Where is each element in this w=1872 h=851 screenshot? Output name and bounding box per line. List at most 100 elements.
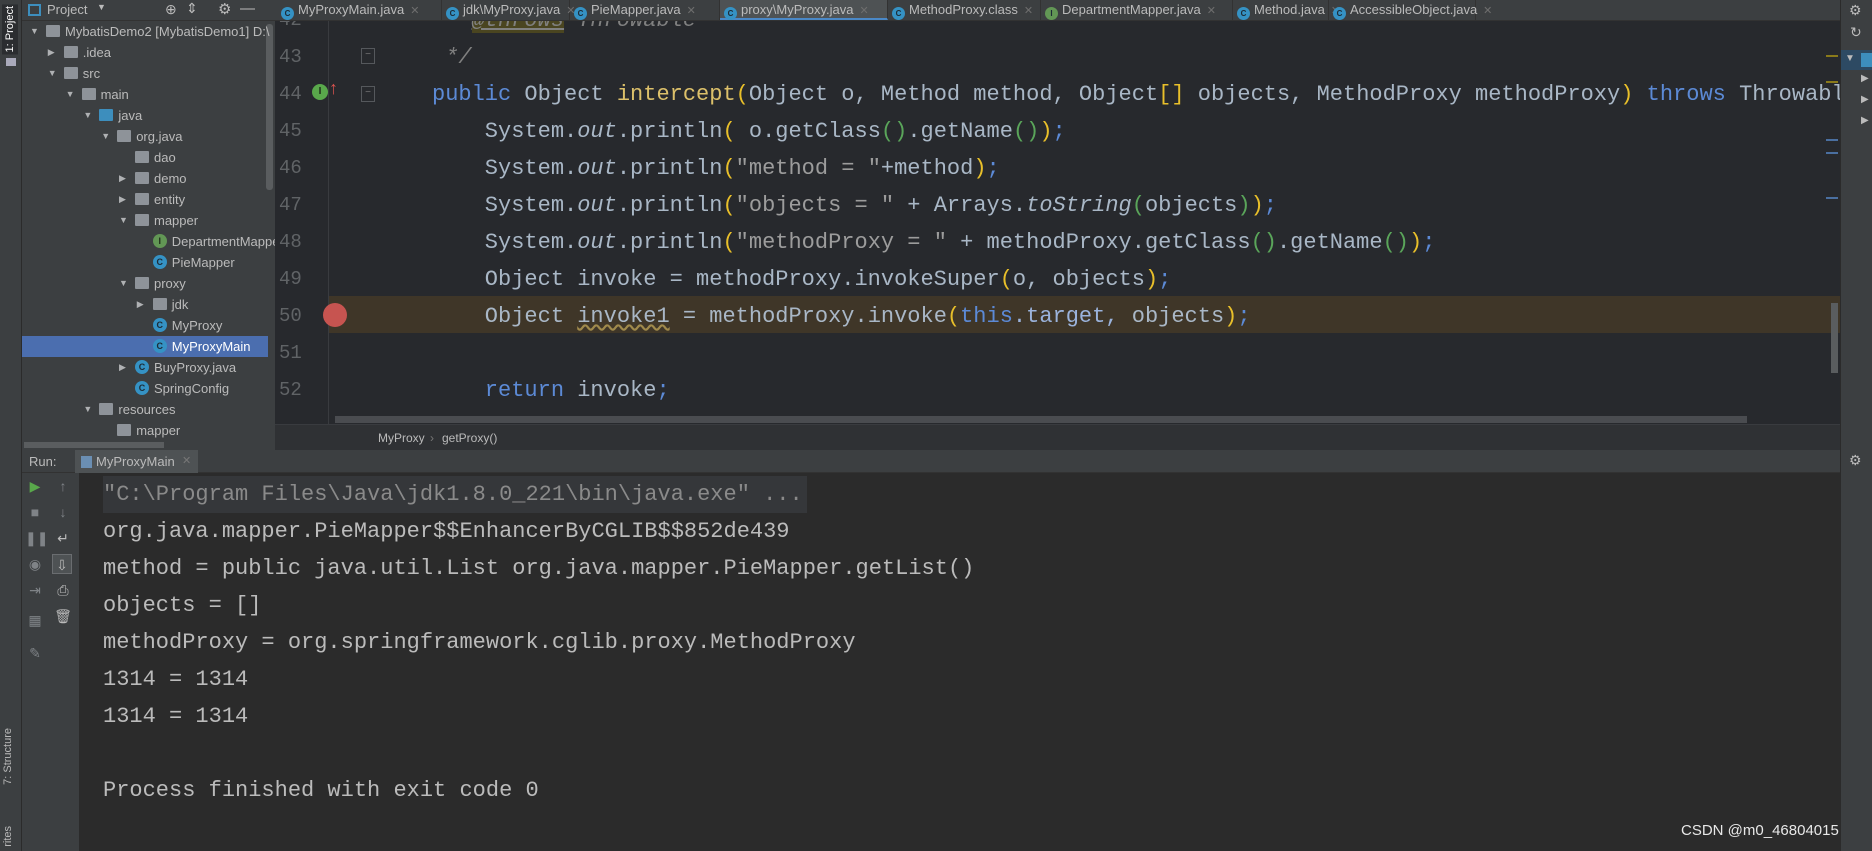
override-arrow-icon[interactable]: ↑ xyxy=(329,78,338,99)
layout-icon[interactable]: ▦ xyxy=(25,610,45,630)
folder-icon xyxy=(117,424,132,436)
code-token: .println xyxy=(616,230,723,255)
breakpoint-icon[interactable] xyxy=(323,303,347,327)
tab-accessibleobject-java[interactable]: C AccessibleObject.java ✕ xyxy=(1329,0,1492,20)
fold-icon[interactable]: − xyxy=(361,48,375,64)
exit-icon[interactable]: ⇥ xyxy=(25,580,45,600)
chevron-down-icon[interactable]: ▼ xyxy=(97,2,106,12)
breadcrumb-item[interactable]: MyProxy xyxy=(378,425,425,451)
error-stripe-mark[interactable] xyxy=(1826,55,1838,57)
console-line-command: "C:\Program Files\Java\jdk1.8.0_221\bin\… xyxy=(103,476,807,513)
close-icon[interactable]: ✕ xyxy=(859,5,868,17)
scroll-to-end-icon[interactable]: ⇩ xyxy=(52,554,72,574)
class-icon: C xyxy=(446,7,459,20)
gear-icon[interactable]: ⚙ xyxy=(1849,452,1862,469)
fold-icon[interactable]: − xyxy=(361,86,375,102)
code-token: this xyxy=(960,304,1013,329)
trash-icon[interactable]: 🗑 xyxy=(53,606,73,626)
line-number: 49 xyxy=(279,268,302,290)
code-token: Object invoke = methodProxy.invokeSuper xyxy=(432,267,1000,292)
code-token: o, objects xyxy=(1012,267,1145,292)
editor-horizontal-scrollbar[interactable] xyxy=(335,416,1747,423)
up-arrow-icon[interactable]: ↑ xyxy=(53,476,73,496)
class-icon: C xyxy=(281,7,294,20)
module-icon xyxy=(1861,53,1872,67)
code-token: out xyxy=(577,119,617,144)
close-icon[interactable]: ✕ xyxy=(687,5,696,17)
code-token: toString xyxy=(1026,193,1132,218)
editor-vertical-scrollbar[interactable] xyxy=(1831,303,1838,373)
project-view-selector[interactable]: Project xyxy=(47,2,87,17)
code-token: System. xyxy=(432,119,578,144)
code-token: invoke1 xyxy=(577,304,670,329)
down-arrow-icon[interactable]: ↓ xyxy=(53,502,73,522)
stop-icon[interactable]: ■ xyxy=(25,502,45,522)
code-token: ; xyxy=(656,378,670,403)
refresh-icon[interactable]: ↻ xyxy=(1850,24,1862,41)
code-token: ( xyxy=(1131,193,1145,218)
tab-jdk-myproxy-java[interactable]: Cjdk\MyProxy.java ✕ xyxy=(442,0,576,20)
code-token: objects, MethodProxy methodProxy xyxy=(1184,82,1621,107)
gear-icon[interactable]: ⚙ xyxy=(218,0,231,18)
pin-icon[interactable]: ✎ xyxy=(25,643,45,663)
chevron-right-icon[interactable]: ▶ xyxy=(1861,73,1869,84)
chevron-right-icon[interactable]: ▶ xyxy=(1861,115,1869,126)
class-icon: C xyxy=(1237,7,1250,20)
implements-method-icon[interactable]: I xyxy=(312,84,328,100)
code-token: + Arrays. xyxy=(894,193,1027,218)
close-icon[interactable]: ✕ xyxy=(182,450,191,473)
code-token: ( xyxy=(722,156,736,181)
close-icon[interactable]: ✕ xyxy=(410,5,419,17)
tab-departmentmapper-java[interactable]: I DepartmentMapper.java ✕ xyxy=(1041,0,1233,20)
code-token: ; xyxy=(1237,304,1251,329)
tab-methodproxy-class[interactable]: C MethodProxy.class ✕ xyxy=(888,0,1041,20)
tab-label: AccessibleObject.java xyxy=(1350,2,1478,17)
run-tab[interactable]: MyProxyMain ✕ xyxy=(75,450,198,473)
change-stripe-mark[interactable] xyxy=(1826,152,1838,154)
run-tab-label: MyProxyMain xyxy=(96,454,175,469)
code-token: * xyxy=(432,21,472,33)
run-toolbar: ▶ ■ ❚❚ ◉ ⇥ ▦ ✎ ↑ ↓ ↵ ⇩ ⎙ 🗑 xyxy=(22,473,79,851)
code-line: System.out.println("objects = " + Arrays… xyxy=(432,187,1277,224)
breadcrumb: MyProxy › getProxy() xyxy=(275,424,1840,450)
tab-proxy-myproxy-java[interactable]: Cproxy\MyProxy.java ✕ xyxy=(720,0,888,20)
close-icon[interactable]: ✕ xyxy=(1483,5,1492,17)
rerun-icon[interactable]: ▶ xyxy=(25,476,45,496)
code-token: out xyxy=(577,156,617,181)
code-token: "method = " xyxy=(735,156,881,181)
structure-tool-button[interactable]: 7: Structure xyxy=(2,728,14,785)
tab-method-java[interactable]: CMethod.java✕ xyxy=(1233,0,1340,20)
change-stripe-mark[interactable] xyxy=(1826,197,1838,199)
code-token: ) xyxy=(973,156,987,181)
tree-row-selected[interactable]: ▼ xyxy=(1841,50,1872,70)
code-token: .target, xyxy=(1012,304,1132,329)
code-line: System.out.println("method = "+method); xyxy=(432,150,1000,187)
tab-myproxymain-java[interactable]: C MyProxyMain.java ✕ xyxy=(277,0,442,20)
error-stripe-mark[interactable] xyxy=(1826,81,1838,83)
tree-horizontal-scrollbar[interactable] xyxy=(24,442,164,448)
code-token: ) xyxy=(1039,119,1053,144)
soft-wrap-icon[interactable]: ↵ xyxy=(53,528,73,548)
code-token: ; xyxy=(1052,119,1066,144)
favorites-tool-button[interactable]: rites xyxy=(2,826,14,847)
tab-label: proxy\MyProxy.java xyxy=(741,2,854,17)
code-token: ; xyxy=(1263,193,1277,218)
pause-icon[interactable]: ❚❚ xyxy=(25,528,48,548)
print-icon[interactable]: ⎙ xyxy=(53,580,73,600)
collapse-all-icon[interactable]: ⇕ xyxy=(186,0,198,17)
close-icon[interactable]: ✕ xyxy=(1024,5,1033,17)
hide-panel-icon[interactable]: — xyxy=(240,0,255,17)
code-line: */ xyxy=(432,39,471,76)
class-icon: C xyxy=(1333,7,1346,20)
code-token: ) xyxy=(1237,193,1251,218)
tab-piemapper-java[interactable]: C PieMapper.java ✕ xyxy=(570,0,720,20)
breadcrumb-item[interactable]: getProxy() xyxy=(442,425,497,451)
close-icon[interactable]: ✕ xyxy=(1207,5,1216,17)
chevron-right-icon[interactable]: ▶ xyxy=(1861,94,1869,105)
dump-threads-icon[interactable]: ◉ xyxy=(25,554,45,574)
code-token: .println xyxy=(616,193,723,218)
locate-icon[interactable]: ⊕ xyxy=(165,1,177,18)
code-token: "objects = " xyxy=(735,193,895,218)
change-stripe-mark[interactable] xyxy=(1826,139,1838,141)
gear-icon[interactable]: ⚙ xyxy=(1849,2,1862,19)
